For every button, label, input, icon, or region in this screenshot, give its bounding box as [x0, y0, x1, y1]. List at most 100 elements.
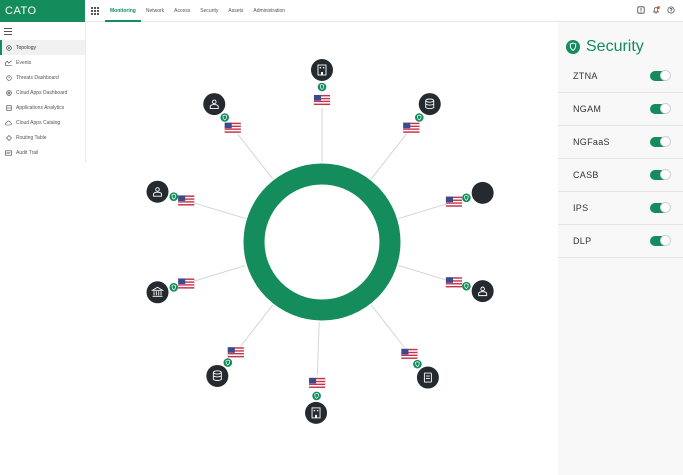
tab-assets[interactable]: Assets	[223, 0, 248, 22]
sidebar-item-label: Audit Trail	[16, 149, 39, 156]
security-row-casb: CASB	[558, 159, 683, 192]
shield-icon	[220, 112, 230, 123]
security-panel: Security ZTNA NGAM NGFaaS CASB IPS DLP	[558, 22, 683, 475]
app-window: CATO Monitoring Network Access Security …	[0, 0, 683, 475]
site-node[interactable]	[418, 93, 441, 116]
tab-access[interactable]: Access	[169, 0, 195, 22]
sidebar-item-label: Applications Analytics	[16, 104, 65, 111]
site-connection-line	[398, 203, 447, 220]
analytics-icon	[5, 104, 12, 111]
tab-administration[interactable]: Administration	[248, 0, 290, 22]
ips-toggle[interactable]	[650, 202, 671, 213]
sidebar-item-cloud-apps-catalog[interactable]: Cloud Apps Catalog	[0, 115, 85, 130]
us-flag-icon	[445, 276, 463, 288]
topology-site[interactable]	[146, 278, 195, 304]
shield-icon	[223, 357, 233, 368]
shield-icon	[414, 112, 424, 123]
site-connection-line	[370, 133, 407, 180]
help-icon[interactable]	[667, 6, 675, 14]
sidebar-item-cloud-apps-dashboard[interactable]: Cloud Apps Dashboard	[0, 85, 85, 100]
topology-site[interactable]	[203, 93, 242, 134]
sidebar-item-applications-analytics[interactable]: Applications Analytics	[0, 100, 85, 115]
tab-monitoring[interactable]: Monitoring	[105, 0, 141, 22]
ngfaas-toggle[interactable]	[650, 136, 671, 147]
security-row-ztna: ZTNA	[558, 60, 683, 93]
feature-label: DLP	[573, 236, 592, 246]
topology-sites	[146, 59, 494, 424]
toggle-knob	[660, 235, 671, 246]
sidebar-item-label: Events	[16, 59, 32, 66]
sidebar-item-label: Routing Table	[16, 134, 47, 141]
sidebar-item-audit-trail[interactable]: Audit Trail	[0, 145, 85, 160]
us-flag-icon	[177, 194, 195, 206]
site-connection-line	[398, 264, 447, 281]
bell-icon[interactable]	[652, 6, 660, 14]
security-header: Security	[558, 36, 683, 58]
site-connection-line	[240, 304, 274, 347]
tab-security[interactable]: Security	[195, 0, 223, 22]
top-navigation: Monitoring Network Access Security Asset…	[105, 0, 290, 22]
site-connection-line	[193, 264, 246, 282]
sidebar-item-label: Threats Dashboard	[16, 74, 59, 81]
topology-site[interactable]	[445, 276, 494, 303]
dlp-toggle[interactable]	[650, 235, 671, 246]
hamburger-menu-icon[interactable]	[4, 28, 12, 35]
sidebar-item-topology[interactable]: Topology	[0, 40, 85, 55]
site-connection-line	[193, 202, 246, 220]
sidebar-item-routing-table[interactable]: Routing Table	[0, 130, 85, 145]
topology-spokes	[193, 108, 447, 375]
site-connection-line	[237, 133, 274, 180]
sidebar: Topology Events Threats Dashboard Cloud …	[0, 22, 86, 163]
security-title: Security	[586, 38, 644, 55]
shield-icon	[311, 391, 322, 401]
topology-site[interactable]	[402, 93, 441, 134]
cloud-apps-icon	[5, 89, 12, 96]
site-node[interactable]	[471, 181, 494, 204]
us-flag-icon	[227, 346, 245, 358]
site-node[interactable]	[305, 401, 328, 424]
routing-icon	[5, 134, 12, 141]
us-flag-icon	[445, 196, 463, 208]
sidebar-item-events[interactable]: Events	[0, 55, 85, 70]
catalog-icon	[5, 119, 12, 126]
cato-logo: CATO	[0, 0, 85, 22]
shield-icon	[461, 193, 472, 203]
site-node[interactable]	[311, 59, 333, 81]
toggle-knob	[660, 103, 671, 114]
casb-toggle[interactable]	[650, 169, 671, 180]
alert-icon[interactable]	[637, 6, 645, 14]
topology-icon	[5, 44, 12, 51]
site-node[interactable]	[416, 366, 439, 389]
site-node[interactable]	[146, 281, 169, 304]
topology-map	[146, 59, 494, 424]
us-flag-icon	[400, 348, 418, 360]
topology-site[interactable]	[445, 181, 494, 208]
sidebar-item-threats-dashboard[interactable]: Threats Dashboard	[0, 70, 85, 85]
ztna-toggle[interactable]	[650, 70, 671, 81]
shield-icon	[169, 192, 179, 202]
feature-label: CASB	[573, 170, 599, 180]
threats-icon	[5, 74, 12, 81]
shield-icon	[566, 40, 580, 54]
cato-cloud-ring	[243, 163, 401, 321]
toggle-knob	[660, 202, 671, 213]
topology-site[interactable]	[400, 348, 439, 389]
toggle-knob	[660, 136, 671, 147]
tab-network[interactable]: Network	[141, 0, 169, 22]
security-row-ngfaas: NGFaaS	[558, 126, 683, 159]
shield-icon	[317, 82, 327, 92]
toggle-knob	[660, 70, 671, 81]
topology-site[interactable]	[311, 59, 333, 106]
shield-icon	[169, 282, 179, 292]
topology-site[interactable]	[146, 180, 195, 206]
us-flag-icon	[402, 122, 420, 134]
app-grid-icon[interactable]	[91, 7, 99, 15]
ngam-toggle[interactable]	[650, 103, 671, 114]
site-node[interactable]	[206, 364, 229, 387]
us-flag-icon	[177, 278, 195, 290]
topology-site[interactable]	[305, 377, 328, 424]
security-row-dlp: DLP	[558, 225, 683, 258]
topology-site[interactable]	[206, 346, 245, 387]
feature-label: ZTNA	[573, 71, 598, 81]
toggle-knob	[660, 169, 671, 180]
